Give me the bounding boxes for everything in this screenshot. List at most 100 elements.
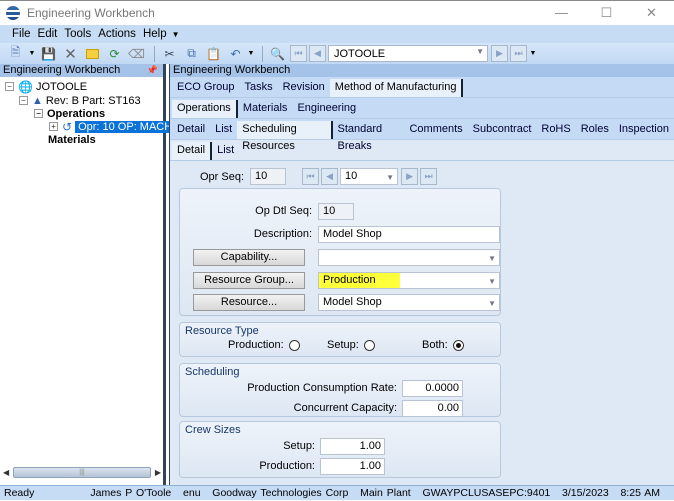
previous-record-button[interactable]: ◀	[309, 45, 326, 62]
last-record-button[interactable]: ⏭	[510, 45, 527, 62]
tab-comments[interactable]: Comments	[404, 121, 467, 139]
radio-production-button[interactable]	[288, 339, 300, 351]
resource-group-combo[interactable]: Production ▼	[318, 272, 500, 289]
refresh-icon[interactable]: ⟳	[105, 45, 124, 63]
close-button[interactable]: ✕	[629, 1, 674, 26]
chevron-down-icon[interactable]: ▼	[488, 274, 496, 289]
save-icon[interactable]: 💾	[39, 45, 58, 63]
chevron-down-icon[interactable]: ▼	[488, 251, 496, 266]
resource-group-value: Production	[319, 273, 400, 288]
tab-list[interactable]: List	[210, 121, 237, 139]
menu-tools[interactable]: Tools	[64, 28, 91, 40]
tab-sub-detail[interactable]: Detail	[172, 142, 213, 160]
prod-consumption-rate-input[interactable]: 0.0000	[402, 380, 463, 397]
undo-icon[interactable]: ↶	[226, 45, 245, 63]
menu-actions[interactable]: Actions	[98, 28, 136, 40]
crew-setup-input[interactable]: 1.00	[320, 438, 385, 455]
tab-method-of-manufacturing[interactable]: Method of Manufacturing	[329, 79, 464, 97]
tab-tasks[interactable]: Tasks	[239, 79, 277, 97]
tree-node-operation[interactable]: + ↺ Opr: 10 OP: MACH	[49, 120, 176, 134]
horizontal-scrollbar[interactable]: ◀ ||| ▶	[3, 465, 161, 479]
menu-help[interactable]: Help	[143, 28, 167, 40]
tab-scheduling-resources[interactable]: Scheduling Resources	[237, 121, 333, 152]
part-revision-icon: ▲	[32, 94, 43, 107]
tab-sub-list[interactable]: List	[212, 142, 239, 160]
opr-seq-selector[interactable]: 10 ▼	[340, 168, 399, 185]
first-record-button[interactable]: ⏮	[290, 45, 307, 62]
collapse-icon[interactable]: −	[34, 109, 43, 118]
radio-production[interactable]: Production:	[228, 339, 300, 351]
radio-both[interactable]: Both:	[422, 339, 464, 351]
resource-type-group: Resource Type Production: Setup: Both:	[179, 322, 501, 357]
search-icon[interactable]: 🔍	[268, 45, 287, 63]
chevron-down-icon[interactable]: ▼	[476, 47, 484, 56]
app-icon	[6, 6, 20, 20]
toolbar-separator	[262, 45, 263, 62]
tree-panel: Engineering Workbench 📌 − 🌐 JOTOOLE − ▲ …	[0, 64, 176, 485]
capability-button[interactable]: Capability...	[193, 249, 305, 266]
tab-eco-group[interactable]: ECO Group	[172, 79, 239, 97]
expand-icon[interactable]: +	[49, 122, 58, 131]
tab-inspection[interactable]: Inspection	[614, 121, 674, 139]
menu-overflow-icon[interactable]: ▼	[172, 30, 180, 39]
overflow-arrow-icon[interactable]: ▼	[248, 45, 255, 63]
cut-icon[interactable]: ✂	[160, 45, 179, 63]
radio-setup[interactable]: Setup:	[327, 339, 375, 351]
op-dtl-seq-field: 10	[318, 203, 354, 220]
eraser-icon[interactable]: ⌫	[127, 45, 146, 63]
next-record-button[interactable]: ▶	[491, 45, 508, 62]
record-value: JOTOOLE	[334, 47, 386, 60]
delete-icon[interactable]: ✕	[61, 45, 80, 63]
clear-icon[interactable]	[83, 45, 102, 63]
tab-rohs[interactable]: RoHS	[536, 121, 575, 139]
previous-opr-button[interactable]: ◀	[321, 168, 339, 185]
tree-node-materials[interactable]: Materials	[48, 133, 96, 146]
tab-revision[interactable]: Revision	[278, 79, 330, 97]
resource-combo[interactable]: Model Shop ▼	[318, 294, 500, 311]
description-input[interactable]: Model Shop	[318, 226, 500, 243]
scroll-right-icon[interactable]: ▶	[155, 468, 161, 477]
tab-materials[interactable]: Materials	[238, 100, 293, 118]
radio-setup-button[interactable]	[363, 339, 375, 351]
radio-both-button[interactable]	[452, 339, 464, 351]
tree-panel-header: Engineering Workbench 📌	[0, 64, 163, 77]
first-opr-button[interactable]: ⏮	[302, 168, 320, 185]
scrollbar-thumb[interactable]: |||	[13, 466, 151, 478]
copy-icon[interactable]: ⧉	[182, 45, 201, 63]
menu-file[interactable]: File	[12, 28, 31, 40]
tree-node-root[interactable]: − 🌐 JOTOOLE	[5, 80, 87, 94]
tab-operations[interactable]: Operations	[172, 100, 238, 118]
pin-icon[interactable]: 📌	[147, 64, 158, 77]
resource-button[interactable]: Resource...	[193, 294, 305, 311]
paste-icon[interactable]: 📋	[204, 45, 223, 63]
chevron-down-icon[interactable]: ▼	[488, 296, 496, 311]
concurrent-capacity-input[interactable]: 0.00	[402, 400, 463, 417]
tree-node-revision[interactable]: − ▲ Rev: B Part: ST163	[19, 94, 141, 107]
capability-combo[interactable]: ▼	[318, 249, 500, 266]
record-selector[interactable]: JOTOOLE ▼	[328, 45, 488, 62]
last-opr-button[interactable]: ⏭	[420, 168, 438, 185]
main-panel-title: Engineering Workbench	[173, 64, 291, 76]
collapse-icon[interactable]: −	[19, 96, 28, 105]
tree-panel-title: Engineering Workbench	[3, 64, 121, 76]
main-panel-header: Engineering Workbench	[170, 64, 674, 77]
dropdown-arrow-icon[interactable]: ▼	[28, 45, 36, 63]
tab-detail[interactable]: Detail	[172, 121, 210, 139]
scroll-left-icon[interactable]: ◀	[3, 468, 9, 477]
resource-details-group: Op Dtl Seq: 10 Description: Model Shop C…	[179, 188, 501, 316]
toolbar-overflow-icon[interactable]: ▼	[529, 45, 537, 63]
minimize-button[interactable]: —	[539, 1, 584, 26]
resource-group-button[interactable]: Resource Group...	[193, 272, 305, 289]
menu-edit[interactable]: Edit	[38, 28, 58, 40]
collapse-icon[interactable]: −	[5, 82, 14, 91]
new-icon[interactable]: 🗎	[6, 45, 25, 63]
tab-standard-breaks[interactable]: Standard Breaks	[333, 121, 405, 152]
chevron-down-icon[interactable]: ▼	[386, 170, 394, 185]
tab-engineering[interactable]: Engineering	[292, 100, 361, 118]
maximize-button[interactable]: ☐	[584, 1, 629, 26]
tab-roles[interactable]: Roles	[576, 121, 614, 139]
crew-production-input[interactable]: 1.00	[320, 458, 385, 475]
tree-node-operations[interactable]: − Operations	[34, 107, 105, 120]
next-opr-button[interactable]: ▶	[401, 168, 419, 185]
tab-subcontract[interactable]: Subcontract	[468, 121, 537, 139]
